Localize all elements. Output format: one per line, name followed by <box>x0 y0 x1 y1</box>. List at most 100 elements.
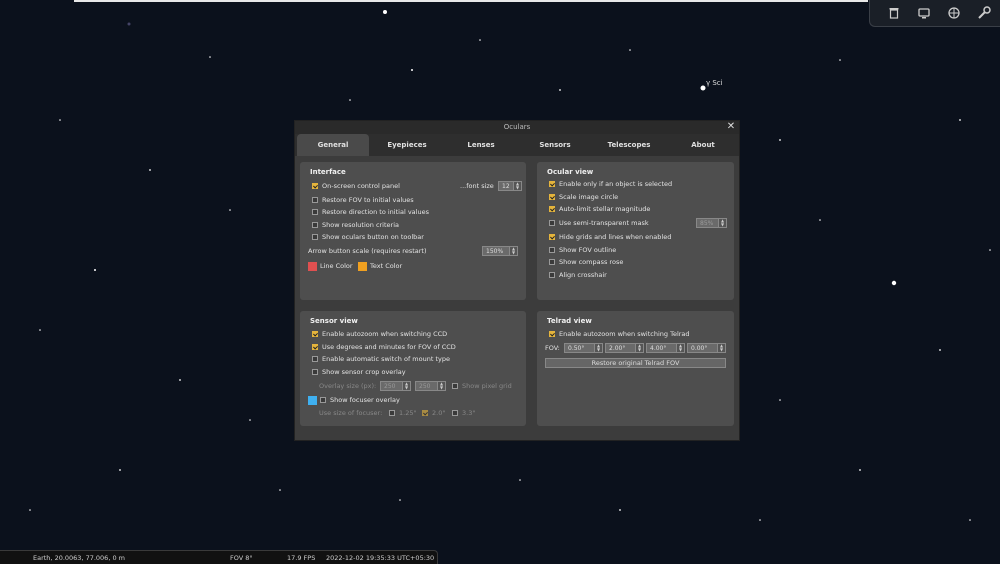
trash-icon[interactable] <box>886 5 902 21</box>
telrad-fov-stepper[interactable]: 0.50° ▲ ▼ <box>564 343 603 353</box>
ocular-option-row[interactable]: Scale image circle <box>549 192 618 202</box>
telrad-fov-label: FOV: <box>545 344 560 352</box>
tab-general[interactable]: General <box>297 134 369 156</box>
restore-direction-row[interactable]: Restore direction to initial values <box>312 207 429 217</box>
checkbox[interactable] <box>549 247 555 253</box>
ocular-option-row[interactable]: Show FOV outline <box>549 245 616 255</box>
tab-telescopes[interactable]: Telescopes <box>593 134 665 156</box>
ocular-option-row[interactable]: Enable only if an object is selected <box>549 179 672 189</box>
star <box>779 399 781 401</box>
text-color-row[interactable]: Text Color <box>358 261 402 271</box>
checkbox[interactable] <box>452 383 458 389</box>
checkbox-label: Show pixel grid <box>462 382 512 390</box>
arrow-scale-stepper[interactable]: 150% ▲ ▼ <box>482 246 518 256</box>
checkbox[interactable] <box>549 206 555 212</box>
tab-lenses[interactable]: Lenses <box>445 134 517 156</box>
telrad-fov-stepper[interactable]: 4.00° ▲ ▼ <box>646 343 685 353</box>
ocular-option-row[interactable]: Align crosshair <box>549 270 607 280</box>
resolution-criteria-row[interactable]: Show resolution criteria <box>312 220 399 230</box>
text-color-swatch[interactable] <box>358 261 367 271</box>
checkbox-label: 1.25" <box>399 409 417 417</box>
checkbox[interactable] <box>320 397 326 403</box>
onscreen-control-row[interactable]: On-screen control panel <box>312 181 400 191</box>
focuser-size-option[interactable]: 1.25" <box>389 408 416 418</box>
fov-text: FOV 8° <box>230 554 253 562</box>
stepper-arrows-icon[interactable]: ▲ ▼ <box>402 382 410 390</box>
checkbox[interactable] <box>549 331 555 337</box>
tab-sensors[interactable]: Sensors <box>519 134 591 156</box>
top-progress-line <box>74 0 868 2</box>
line-color-swatch[interactable] <box>308 261 317 271</box>
close-icon[interactable]: ✕ <box>726 122 736 132</box>
line-color-row[interactable]: Line Color <box>308 261 353 271</box>
pixel-grid-row[interactable]: Show pixel grid <box>452 381 512 391</box>
telrad-autozoom-row[interactable]: Enable autozoom when switching Telrad <box>549 329 690 339</box>
tab-about[interactable]: About <box>667 134 739 156</box>
checkbox[interactable] <box>549 259 555 265</box>
dialog-title[interactable]: Oculars <box>295 121 739 134</box>
star <box>179 379 181 381</box>
sensor-option-row[interactable]: Enable autozoom when switching CCD <box>312 329 447 339</box>
overlay-height-stepper[interactable]: 250 ▲ ▼ <box>415 381 446 391</box>
telrad-fov-stepper[interactable]: 2.00° ▲ ▼ <box>605 343 644 353</box>
stepper-arrows-icon[interactable]: ▲ ▼ <box>594 344 602 352</box>
stepper-arrows-icon[interactable]: ▲ ▼ <box>513 182 521 190</box>
mask-opacity-stepper[interactable]: 85% ▲ ▼ <box>696 218 727 228</box>
text-color-label: Text Color <box>370 262 403 270</box>
focuser-overlay-row[interactable]: Show focuser overlay <box>308 395 400 405</box>
stepper-arrows-icon[interactable]: ▲ ▼ <box>437 382 445 390</box>
stepper-arrows-icon[interactable]: ▲ ▼ <box>718 219 726 227</box>
checkbox[interactable] <box>549 181 555 187</box>
wrench-icon[interactable] <box>976 5 992 21</box>
checkbox[interactable] <box>389 410 395 416</box>
checkbox[interactable] <box>312 369 318 375</box>
ocular-view-panel: Ocular view Enable only if an object is … <box>537 162 734 300</box>
tab-eyepieces[interactable]: Eyepieces <box>371 134 443 156</box>
stepper-arrows-icon[interactable]: ▲ ▼ <box>717 344 725 352</box>
telrad-fov-stepper[interactable]: 0.00° ▲ ▼ <box>687 343 726 353</box>
globe-icon[interactable] <box>946 5 962 21</box>
focuser-color-swatch[interactable] <box>308 395 317 405</box>
checkbox[interactable] <box>549 194 555 200</box>
checkbox[interactable] <box>549 234 555 240</box>
checkbox[interactable] <box>312 197 318 203</box>
overlay-height-value: 250 <box>419 382 431 390</box>
overlay-width-stepper[interactable]: 250 ▲ ▼ <box>380 381 411 391</box>
datetime-text[interactable]: 2022-12-02 19:35:33 UTC+05:30 <box>326 554 434 562</box>
star <box>619 509 621 511</box>
stepper-arrows-icon[interactable]: ▲ ▼ <box>635 344 643 352</box>
ocular-option-row[interactable]: Show compass rose <box>549 257 623 267</box>
sensor-option-row[interactable]: Use degrees and minutes for FOV of CCD <box>312 342 456 352</box>
checkbox[interactable] <box>452 410 458 416</box>
ocular-option-row[interactable]: Auto-limit stellar magnitude <box>549 204 650 214</box>
checkbox[interactable] <box>312 356 318 362</box>
checkbox[interactable] <box>312 183 318 189</box>
focuser-size-option[interactable]: 3.3" <box>452 408 475 418</box>
checkbox[interactable] <box>312 234 318 240</box>
restore-fov-row[interactable]: Restore FOV to initial values <box>312 195 414 205</box>
checkbox-label: Auto-limit stellar magnitude <box>559 205 651 213</box>
ocular-option-row[interactable]: Hide grids and lines when enabled <box>549 232 671 242</box>
sensor-option-row[interactable]: Show sensor crop overlay <box>312 367 406 377</box>
location-text[interactable]: Earth, 20.0063, 77.006, 0 m <box>33 554 125 562</box>
checkbox-label: Restore direction to initial values <box>322 208 429 216</box>
oculars-button-row[interactable]: Show oculars button on toolbar <box>312 232 424 242</box>
star <box>411 69 413 71</box>
checkbox[interactable] <box>312 344 318 350</box>
checkbox[interactable] <box>549 272 555 278</box>
monitor-icon[interactable] <box>916 5 932 21</box>
sensor-option-row[interactable]: Enable automatic switch of mount type <box>312 354 450 364</box>
checkbox[interactable] <box>312 331 318 337</box>
ocular-option-row[interactable]: Use semi-transparent mask <box>549 218 649 228</box>
checkbox[interactable] <box>422 410 428 416</box>
font-size-stepper[interactable]: 12 ▲ ▼ <box>498 181 522 191</box>
restore-telrad-button[interactable]: Restore original Telrad FOV <box>545 358 726 368</box>
checkbox[interactable] <box>312 222 318 228</box>
stepper-arrows-icon[interactable]: ▲ ▼ <box>676 344 684 352</box>
checkbox-label: Show resolution criteria <box>322 221 400 229</box>
checkbox[interactable] <box>549 220 555 226</box>
focuser-size-option[interactable]: 2.0" <box>422 408 445 418</box>
checkbox[interactable] <box>312 209 318 215</box>
star <box>519 479 521 481</box>
stepper-arrows-icon[interactable]: ▲ ▼ <box>509 247 517 255</box>
